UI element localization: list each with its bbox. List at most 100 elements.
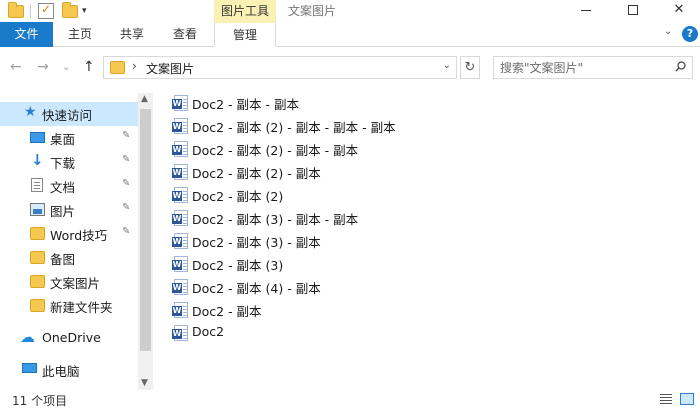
large-icons-view-icon[interactable] (680, 393, 694, 405)
list-item[interactable]: Doc2 - 副本 (170, 300, 650, 320)
nav-label: 下载 (50, 156, 76, 171)
nav-label: 快速访问 (42, 108, 93, 123)
file-explorer-window: ▾ 图片工具 文案图片 ✕ 文件 主页 共享 查看 管理 ⌄ ? ← → ⌄ ↑… (0, 0, 700, 409)
file-name: Doc2 - 副本 (2) - 副本 (192, 166, 321, 181)
list-item[interactable]: Doc2 - 副本 (4) - 副本 (170, 277, 650, 297)
tab-home[interactable]: 主页 (60, 22, 100, 47)
list-item[interactable]: Doc2 - 副本 (2) - 副本 - 副本 - 副本 (170, 116, 650, 136)
maximize-button[interactable] (610, 0, 656, 22)
nav-label: 备图 (50, 252, 76, 267)
list-item[interactable]: Doc2 - 副本 (3) - 副本 - 副本 (170, 208, 650, 228)
search-box[interactable] (493, 56, 693, 79)
list-item[interactable]: Doc2 - 副本 (2) (170, 185, 650, 205)
nav-pane-scrollbar[interactable]: ▲ ▼ (138, 93, 153, 390)
item-count: 11 个项目 (12, 394, 68, 408)
address-history-dropdown[interactable]: ⌄ (443, 60, 451, 71)
scroll-thumb[interactable] (140, 109, 151, 351)
tab-share[interactable]: 共享 (112, 22, 152, 47)
file-name: Doc2 - 副本 - 副本 (192, 97, 300, 112)
sidebar-item-word-tips[interactable]: Word技巧 ✎ (0, 222, 138, 246)
pin-icon[interactable]: ✎ (122, 178, 130, 189)
sidebar-item-documents[interactable]: 文档 ✎ (0, 174, 138, 198)
customize-toolbar-dropdown[interactable]: ▾ (82, 4, 87, 18)
file-name: Doc2 - 副本 (3) (192, 258, 284, 273)
nav-label: 此电脑 (42, 364, 80, 379)
chevron-right-icon[interactable]: › (132, 59, 137, 73)
navigation-bar: ← → ⌄ ↑ › 文案图片 ⌄ ↻ (0, 47, 700, 87)
file-name: Doc2 - 副本 (3) - 副本 (192, 235, 321, 250)
folder-icon (30, 227, 45, 240)
back-button[interactable]: ← (10, 59, 22, 75)
expand-ribbon-icon[interactable]: ⌄ (664, 26, 672, 37)
tab-view[interactable]: 查看 (165, 22, 205, 47)
properties-icon[interactable] (38, 2, 54, 19)
tab-manage[interactable]: 管理 (214, 21, 276, 47)
nav-label: 文档 (50, 180, 76, 195)
recent-locations-dropdown[interactable]: ⌄ (62, 60, 70, 76)
sidebar-item-onedrive[interactable]: ☁ OneDrive (0, 327, 138, 351)
word-document-icon (172, 164, 188, 180)
list-item[interactable]: Doc2 - 副本 (3) - 副本 (170, 231, 650, 251)
nav-quick-access[interactable]: ★ 快速访问 (0, 102, 138, 126)
sidebar-item-this-pc[interactable]: 此电脑 (0, 358, 138, 382)
window-title: 文案图片 (288, 4, 337, 18)
details-view-icon[interactable] (660, 394, 672, 405)
search-input[interactable] (500, 59, 670, 76)
cloud-icon: ☁ (20, 328, 35, 346)
search-icon[interactable] (675, 61, 686, 72)
maximize-icon (628, 5, 638, 15)
pictures-icon (30, 203, 45, 216)
nav-label: 新建文件夹 (50, 300, 113, 315)
file-name: Doc2 (192, 324, 225, 339)
scroll-up-icon[interactable]: ▲ (141, 94, 148, 104)
word-document-icon (172, 187, 188, 203)
close-button[interactable]: ✕ (656, 0, 700, 22)
word-document-icon (172, 210, 188, 226)
address-bar[interactable]: › 文案图片 ⌄ (103, 56, 457, 79)
list-item[interactable]: Doc2 - 副本 (2) - 副本 - 副本 (170, 139, 650, 159)
folder-icon[interactable] (8, 2, 24, 18)
sidebar-item-pictures[interactable]: 图片 ✎ (0, 198, 138, 222)
sidebar-item-backup-images[interactable]: 备图 (0, 246, 138, 270)
forward-button[interactable]: → (37, 59, 49, 75)
sidebar-item-downloads[interactable]: ↓ 下载 ✎ (0, 150, 138, 174)
list-item[interactable]: Doc2 (170, 323, 650, 343)
help-icon[interactable]: ? (682, 26, 698, 42)
word-document-icon (172, 256, 188, 272)
computer-icon (22, 363, 37, 373)
status-bar: 11 个项目 (0, 390, 700, 409)
star-icon: ★ (24, 104, 37, 120)
new-folder-icon[interactable] (62, 2, 78, 18)
toolbar-divider (30, 4, 31, 18)
refresh-button[interactable]: ↻ (460, 56, 480, 79)
list-item[interactable]: Doc2 - 副本 - 副本 (170, 93, 650, 113)
pin-icon[interactable]: ✎ (122, 130, 130, 141)
file-name: Doc2 - 副本 (2) - 副本 - 副本 (192, 143, 359, 158)
nav-label: Word技巧 (50, 228, 108, 243)
list-item[interactable]: Doc2 - 副本 (3) (170, 254, 650, 274)
nav-label: OneDrive (42, 330, 101, 345)
breadcrumb[interactable]: 文案图片 (146, 60, 194, 77)
word-document-icon (172, 233, 188, 249)
tab-file[interactable]: 文件 (0, 22, 53, 47)
word-document-icon (172, 325, 188, 341)
picture-tools-context-label: 图片工具 (214, 0, 276, 22)
word-document-icon (172, 279, 188, 295)
pin-icon[interactable]: ✎ (122, 154, 130, 165)
word-document-icon (172, 95, 188, 111)
minimize-button[interactable] (563, 0, 609, 22)
list-item[interactable]: Doc2 - 副本 (2) - 副本 (170, 162, 650, 182)
word-document-icon (172, 118, 188, 134)
sidebar-item-copy-images[interactable]: 文案图片 (0, 270, 138, 294)
sidebar-item-new-folder[interactable]: 新建文件夹 (0, 294, 138, 318)
ribbon-tab-bar: 文件 主页 共享 查看 管理 ⌄ ? (0, 21, 700, 47)
file-name: Doc2 - 副本 (4) - 副本 (192, 281, 321, 296)
up-button[interactable]: ↑ (83, 59, 95, 75)
pin-icon[interactable]: ✎ (122, 226, 130, 237)
nav-label: 文案图片 (50, 276, 101, 291)
scroll-down-icon[interactable]: ▼ (141, 378, 148, 388)
title-bar: ▾ 图片工具 文案图片 ✕ (0, 0, 700, 22)
pin-icon[interactable]: ✎ (122, 202, 130, 213)
sidebar-item-desktop[interactable]: 桌面 ✎ (0, 126, 138, 150)
folder-icon (30, 299, 45, 312)
